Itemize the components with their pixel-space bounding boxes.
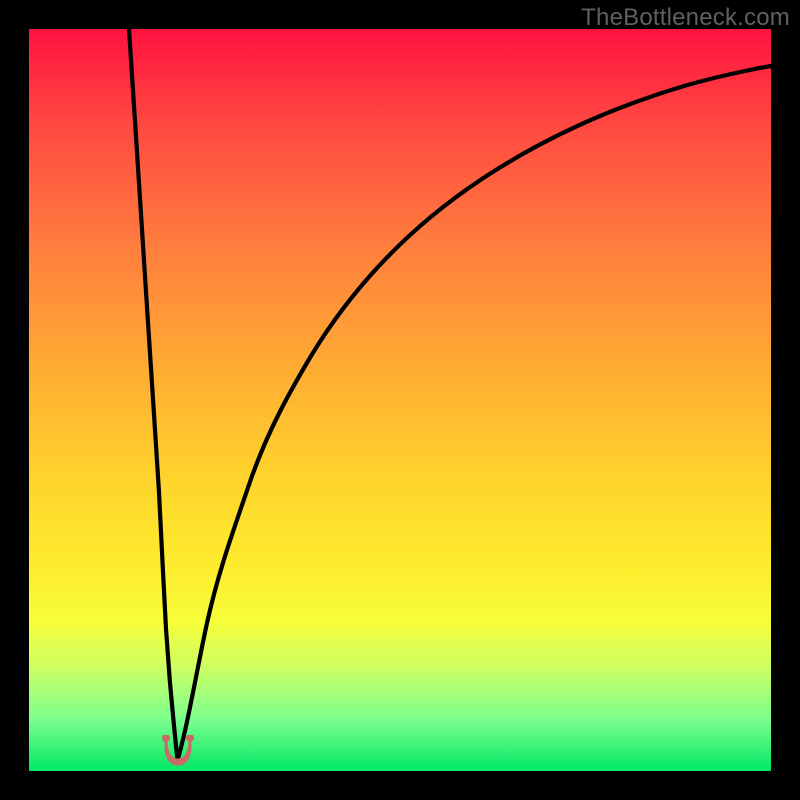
gradient-plot-area (29, 29, 771, 771)
bottleneck-curve (29, 29, 771, 771)
curve-right-branch (178, 66, 772, 760)
watermark-text: TheBottleneck.com (581, 4, 790, 32)
curve-left-branch (129, 29, 178, 760)
